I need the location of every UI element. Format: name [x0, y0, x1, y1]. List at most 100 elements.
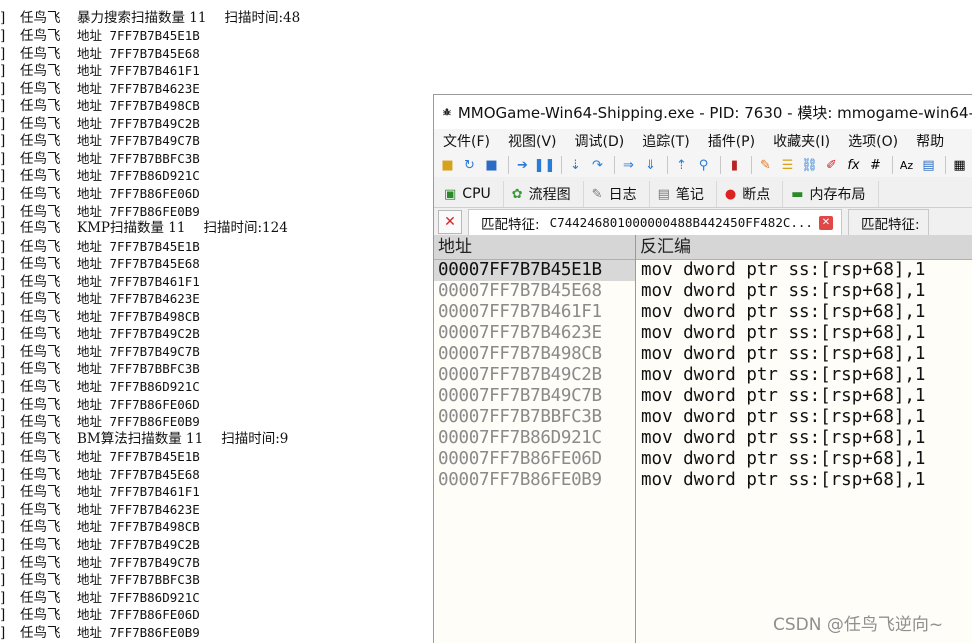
bookmarks-icon[interactable]: ✐: [822, 156, 841, 175]
disassembly-cell[interactable]: mov dword ptr ss:[rsp+68],1: [636, 344, 925, 365]
table-row[interactable]: 00007FF7B7B45E1B mov dword ptr ss:[rsp+68…: [434, 260, 972, 281]
disassembly-cell[interactable]: mov dword ptr ss:[rsp+68],1: [636, 365, 925, 386]
address-cell[interactable]: 00007FF7B7B49C2B: [434, 365, 636, 386]
user-name: 任鸟飞: [20, 308, 61, 325]
address-cell[interactable]: 00007FF7B7B45E68: [434, 281, 636, 302]
address-entry: 地址 7FF7B7B49C7B: [77, 343, 200, 359]
address-entry: 地址 7FF7B86D921C: [77, 589, 200, 605]
debugger-window[interactable]: MMOGame-Win64-Shipping.exe - PID: 7630 -…: [433, 94, 972, 643]
table-row[interactable]: 00007FF7B7B45E68 mov dword ptr ss:[rsp+68…: [434, 281, 972, 302]
close-icon[interactable]: ✕: [438, 210, 462, 234]
address-cell[interactable]: 00007FF7B7B45E1B: [434, 260, 636, 281]
user-name: 任鸟飞: [20, 607, 61, 624]
user-name: 任鸟飞: [20, 150, 61, 167]
line-prefix: ]: [0, 9, 6, 26]
settings-icon[interactable]: ▦: [950, 156, 969, 175]
trace-over-icon[interactable]: ⇓: [641, 156, 660, 175]
stop-icon[interactable]: ■: [482, 156, 501, 175]
tab-断点[interactable]: ● 断点: [717, 181, 784, 207]
line-prefix: ]: [0, 256, 6, 273]
menu-item[interactable]: 选项(O): [839, 131, 907, 151]
column-header-address[interactable]: 地址: [434, 235, 636, 259]
tab-流程图[interactable]: ✿ 流程图: [504, 181, 584, 207]
tab-内存布局[interactable]: ▬ 内存布局: [783, 181, 879, 207]
step-over-icon[interactable]: ↷: [588, 156, 607, 175]
user-name: 任鸟飞: [20, 396, 61, 413]
disassembly-cell[interactable]: mov dword ptr ss:[rsp+68],1: [636, 323, 925, 344]
address-cell[interactable]: 00007FF7B86FE06D: [434, 449, 636, 470]
column-header-disassembly[interactable]: 反汇编: [636, 235, 691, 259]
tab-pattern-match-active[interactable]: 匹配特征: C744246801000000488B442450FF482C..…: [468, 208, 842, 236]
menu-item[interactable]: 调试(D): [566, 131, 634, 151]
table-row[interactable]: 00007FF7B7B49C7B mov dword ptr ss:[rsp+68…: [434, 386, 972, 407]
disassembly-cell[interactable]: mov dword ptr ss:[rsp+68],1: [636, 407, 925, 428]
user-name: 任鸟飞: [20, 115, 61, 132]
menu-item[interactable]: 追踪(T): [633, 131, 698, 151]
address-cell[interactable]: 00007FF7B7B4623E: [434, 323, 636, 344]
menu-item[interactable]: 视图(V): [499, 131, 566, 151]
pause-icon[interactable]: ❚❚: [534, 156, 556, 175]
address-cell[interactable]: 00007FF7B86FE0B9: [434, 470, 636, 491]
table-row[interactable]: 00007FF7B7B461F1 mov dword ptr ss:[rsp+68…: [434, 302, 972, 323]
table-row[interactable]: 00007FF7B7B4623E mov dword ptr ss:[rsp+68…: [434, 323, 972, 344]
address-entry: 地址 7FF7B7B4623E: [77, 80, 200, 96]
tab-CPU[interactable]: ▣ CPU: [436, 181, 504, 207]
comments-icon[interactable]: ☰: [778, 156, 797, 175]
hash-icon[interactable]: #: [866, 156, 885, 175]
disassembly-cell[interactable]: mov dword ptr ss:[rsp+68],1: [636, 449, 925, 470]
console-line: ] 任鸟飞 地址 7FF7B7B49C7B: [0, 132, 440, 150]
disassembly-cell[interactable]: mov dword ptr ss:[rsp+68],1: [636, 281, 925, 302]
toolbar-divider: [667, 156, 668, 174]
tab-close-icon[interactable]: ✕: [818, 215, 833, 230]
tab-pattern-match[interactable]: 匹配特征:: [847, 208, 929, 236]
table-row[interactable]: 00007FF7B7BBFC3B mov dword ptr ss:[rsp+68…: [434, 407, 972, 428]
title-bar[interactable]: MMOGame-Win64-Shipping.exe - PID: 7630 -…: [434, 95, 972, 129]
tab-笔记[interactable]: ▤ 笔记: [650, 181, 717, 207]
reference-grid[interactable]: 地址 反汇编 00007FF7B7B45E1B mov dword ptr ss:…: [434, 235, 972, 643]
step-into-icon[interactable]: ⇣: [566, 156, 585, 175]
restart-icon[interactable]: ↻: [460, 156, 479, 175]
menu-item[interactable]: 收藏夹(I): [764, 131, 839, 151]
run-icon[interactable]: ➔: [513, 156, 532, 175]
disassembly-cell[interactable]: mov dword ptr ss:[rsp+68],1: [636, 428, 925, 449]
console-line: ] 任鸟飞 地址 7FF7B7B498CB: [0, 97, 440, 115]
trace-into-icon[interactable]: ⇒: [619, 156, 638, 175]
labels-icon[interactable]: ⛓: [800, 156, 819, 175]
address-cell[interactable]: 00007FF7B7B49C7B: [434, 386, 636, 407]
table-row[interactable]: 00007FF7B86FE06D mov dword ptr ss:[rsp+68…: [434, 449, 972, 470]
strings-icon[interactable]: Az: [897, 156, 916, 175]
address-entry: 地址 7FF7B7B461F1: [77, 273, 200, 289]
menu-item[interactable]: 插件(P): [699, 131, 764, 151]
user-name: 任鸟飞: [20, 361, 61, 378]
user-name: 任鸟飞: [20, 220, 61, 237]
console-line: ] 任鸟飞 地址 7FF7B7B49C2B: [0, 325, 440, 343]
run-to-user-code-icon[interactable]: ⚲: [694, 156, 713, 175]
menu-item[interactable]: 文件(F): [434, 131, 499, 151]
grid-header: 地址 反汇编: [434, 235, 972, 260]
table-row[interactable]: 00007FF7B86D921C mov dword ptr ss:[rsp+68…: [434, 428, 972, 449]
table-row[interactable]: 00007FF7B86FE0B9 mov dword ptr ss:[rsp+68…: [434, 470, 972, 491]
table-row[interactable]: 00007FF7B7B498CB mov dword ptr ss:[rsp+68…: [434, 344, 972, 365]
functions-icon[interactable]: fx: [844, 156, 863, 175]
cpu-icon: ▣: [444, 186, 457, 202]
menu-item[interactable]: 帮助: [907, 131, 953, 151]
address-cell[interactable]: 00007FF7B86D921C: [434, 428, 636, 449]
console-line: ] 任鸟飞 地址 7FF7B7BBFC3B: [0, 571, 440, 589]
open-icon[interactable]: ■: [438, 156, 457, 175]
address-cell[interactable]: 00007FF7B7BBFC3B: [434, 407, 636, 428]
address-entry: 地址 7FF7B7B461F1: [77, 484, 200, 500]
patch-icon[interactable]: ✎: [756, 156, 775, 175]
table-row[interactable]: 00007FF7B7B49C2B mov dword ptr ss:[rsp+68…: [434, 365, 972, 386]
address-cell[interactable]: 00007FF7B7B461F1: [434, 302, 636, 323]
disassembly-cell[interactable]: mov dword ptr ss:[rsp+68],1: [636, 386, 925, 407]
execute-till-return-icon[interactable]: ⇡: [672, 156, 691, 175]
disassembly-cell[interactable]: mov dword ptr ss:[rsp+68],1: [636, 302, 925, 323]
disassembly-cell[interactable]: mov dword ptr ss:[rsp+68],1: [636, 260, 925, 281]
toolbar-divider: [892, 156, 893, 174]
tab-日志[interactable]: ✎ 日志: [584, 181, 650, 207]
calculator-icon[interactable]: ▤: [919, 156, 938, 175]
address-cell[interactable]: 00007FF7B7B498CB: [434, 344, 636, 365]
disassembly-cell[interactable]: mov dword ptr ss:[rsp+68],1: [636, 470, 925, 491]
user-name: 任鸟飞: [20, 589, 61, 606]
scylla-icon[interactable]: ▮: [725, 156, 744, 175]
